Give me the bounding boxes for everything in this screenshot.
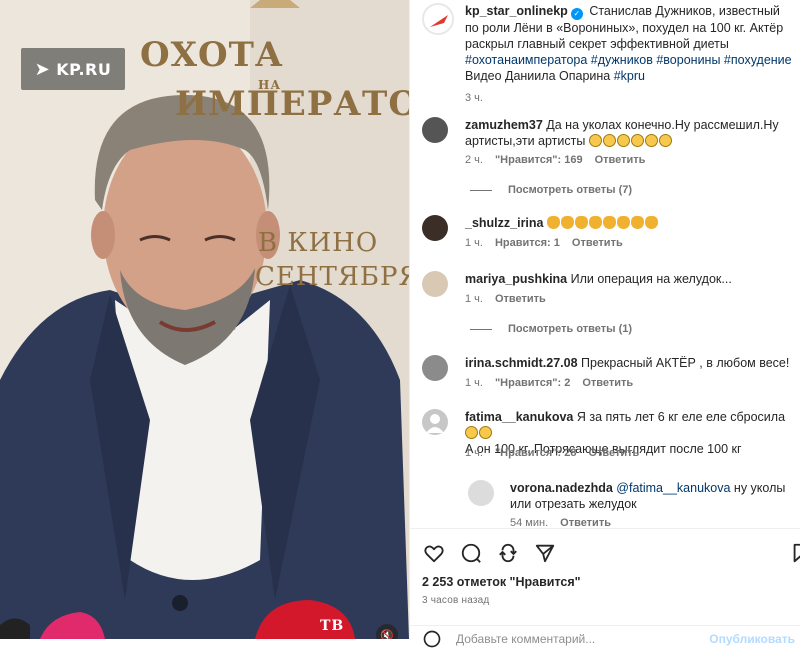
comment-meta: 2 ч. "Нравится": 169 Ответить [465, 154, 645, 166]
view-replies-label: Посмотреть ответы (1) [508, 323, 633, 335]
comment-text: Я за пять лет 6 кг еле еле сбросила [576, 410, 786, 424]
post-panel: kp_star_onlinekp ✓ Станислав Дужников, из… [409, 0, 800, 648]
comment-likes[interactable]: "Нравится": 2 [495, 377, 570, 389]
view-replies-label: Посмотреть ответы (7) [508, 184, 633, 196]
comment-body: _shulzz_irina [465, 215, 795, 231]
comment-time[interactable]: 2 ч. [465, 154, 483, 166]
comment-username[interactable]: vorona.nadezhda [510, 481, 613, 495]
comment-body: mariya_pushkina Или операция на желудок.… [465, 271, 795, 287]
comment-mention[interactable]: @fatima__kanukova [616, 481, 730, 495]
caption-tag-kpru[interactable]: #kpru [614, 69, 645, 83]
video-credit: Видео Даниила Опарина [465, 69, 611, 83]
comment-body: zamuzhem37 Да на уколах конечно.Ну рассм… [465, 117, 795, 149]
repost-icon[interactable] [496, 541, 520, 565]
author-username[interactable]: kp_star_onlinekp [465, 4, 568, 18]
comment-likes[interactable]: "Нравится": 28 [495, 447, 576, 459]
reply-button[interactable]: Ответить [595, 154, 646, 166]
caption-tags-1[interactable]: #охотанаимператора [465, 53, 587, 67]
add-comment-bar: Добавьте комментарий... Опубликовать [410, 625, 800, 648]
like-heart-icon[interactable] [422, 541, 446, 565]
author-avatar[interactable] [422, 3, 454, 35]
reply-button[interactable]: Ответить [588, 447, 639, 459]
kp-arrow-icon: ➤ [34, 58, 51, 80]
share-send-icon[interactable] [533, 541, 557, 565]
view-replies-button[interactable]: Посмотреть ответы (7) [470, 184, 632, 196]
comment-username[interactable]: fatima__kanukova [465, 410, 573, 424]
comment-time[interactable]: 1 ч. [465, 293, 483, 305]
caption: kp_star_onlinekp ✓ Станислав Дужников, из… [465, 3, 795, 106]
comment-username[interactable]: mariya_pushkina [465, 272, 567, 286]
reply-button[interactable]: Ответить [572, 237, 623, 249]
comment-time[interactable]: 1 ч. [465, 447, 483, 459]
comment-meta: 1 ч. Ответить [465, 293, 546, 305]
default-avatar-icon [426, 414, 444, 433]
post-caption-block: kp_star_onlinekp ✓ Станислав Дужников, из… [410, 0, 800, 104]
mic-brand: ТВ [320, 618, 345, 634]
comment-meta: 1 ч. "Нравится": 28 Ответить [465, 447, 639, 459]
comment-text: Прекрасный АКТЁР , в любом весе! [581, 356, 790, 370]
comment-bubble-icon[interactable] [459, 541, 483, 565]
comment-username[interactable]: irina.schmidt.27.08 [465, 356, 578, 370]
poster-title-1: ОХОТА [140, 35, 284, 75]
commenter-avatar[interactable] [468, 480, 494, 506]
comment-likes[interactable]: Нравится: 1 [495, 237, 560, 249]
publish-button[interactable]: Опубликовать [709, 632, 795, 646]
save-bookmark-icon[interactable] [790, 542, 800, 567]
comment-emojis [546, 216, 659, 230]
poster-title-2: ИМПЕРАТОРА [175, 84, 409, 124]
reply-button[interactable]: Ответить [582, 377, 633, 389]
comment-emojis [465, 426, 493, 440]
commenter-avatar[interactable] [422, 215, 448, 241]
kp-watermark: ➤ KP.RU [21, 48, 125, 90]
commenter-avatar[interactable] [422, 409, 448, 435]
comment-username[interactable]: zamuzhem37 [465, 118, 543, 132]
comment-text: Или операция на желудок... [570, 272, 732, 286]
comment-username[interactable]: _shulzz_irina [465, 216, 544, 230]
add-comment-input[interactable]: Добавьте комментарий... [456, 632, 595, 646]
commenter-avatar[interactable] [422, 271, 448, 297]
commenter-avatar[interactable] [422, 117, 448, 143]
caption-tags-2[interactable]: #дужников #воронины #похудение [591, 53, 792, 67]
commenter-avatar[interactable] [422, 355, 448, 381]
verified-badge-icon: ✓ [570, 8, 583, 20]
action-bar [422, 541, 557, 565]
post-media[interactable]: ОХОТА НА ИМПЕРАТОРА В КИНО СЕНТЯБРЯ ТВ ➤… [0, 0, 409, 639]
likes-count[interactable]: 2 253 отметок "Нравится" [422, 575, 581, 589]
comment-likes[interactable]: "Нравится": 169 [495, 154, 583, 166]
comment-body: irina.schmidt.27.08 Прекрасный АКТЁР , в… [465, 355, 795, 371]
caption-time[interactable]: 3 ч. [465, 90, 795, 106]
emoji-smiley-icon[interactable] [422, 629, 442, 652]
poster-sub-2: СЕНТЯБРЯ [255, 262, 409, 292]
poster-sub-1: В КИНО [258, 228, 379, 258]
comment-body: vorona.nadezhda @fatima__kanukova ну уко… [510, 480, 790, 512]
comment-time[interactable]: 1 ч. [465, 377, 483, 389]
mute-toggle-icon[interactable]: 🔇 [376, 624, 398, 639]
kp-watermark-text: KP.RU [56, 59, 112, 79]
comment-time[interactable]: 1 ч. [465, 237, 483, 249]
post-actions: 2 253 отметок "Нравится" 3 часов назад Д… [410, 528, 800, 648]
comment-emojis [588, 134, 673, 148]
comment-meta: 1 ч. "Нравится": 2 Ответить [465, 377, 633, 389]
comment-meta: 1 ч. Нравится: 1 Ответить [465, 237, 623, 249]
reply-button[interactable]: Ответить [495, 293, 546, 305]
post-age[interactable]: 3 часов назад [422, 595, 489, 606]
kp-avatar-icon [426, 7, 452, 33]
view-replies-button[interactable]: Посмотреть ответы (1) [470, 323, 632, 335]
